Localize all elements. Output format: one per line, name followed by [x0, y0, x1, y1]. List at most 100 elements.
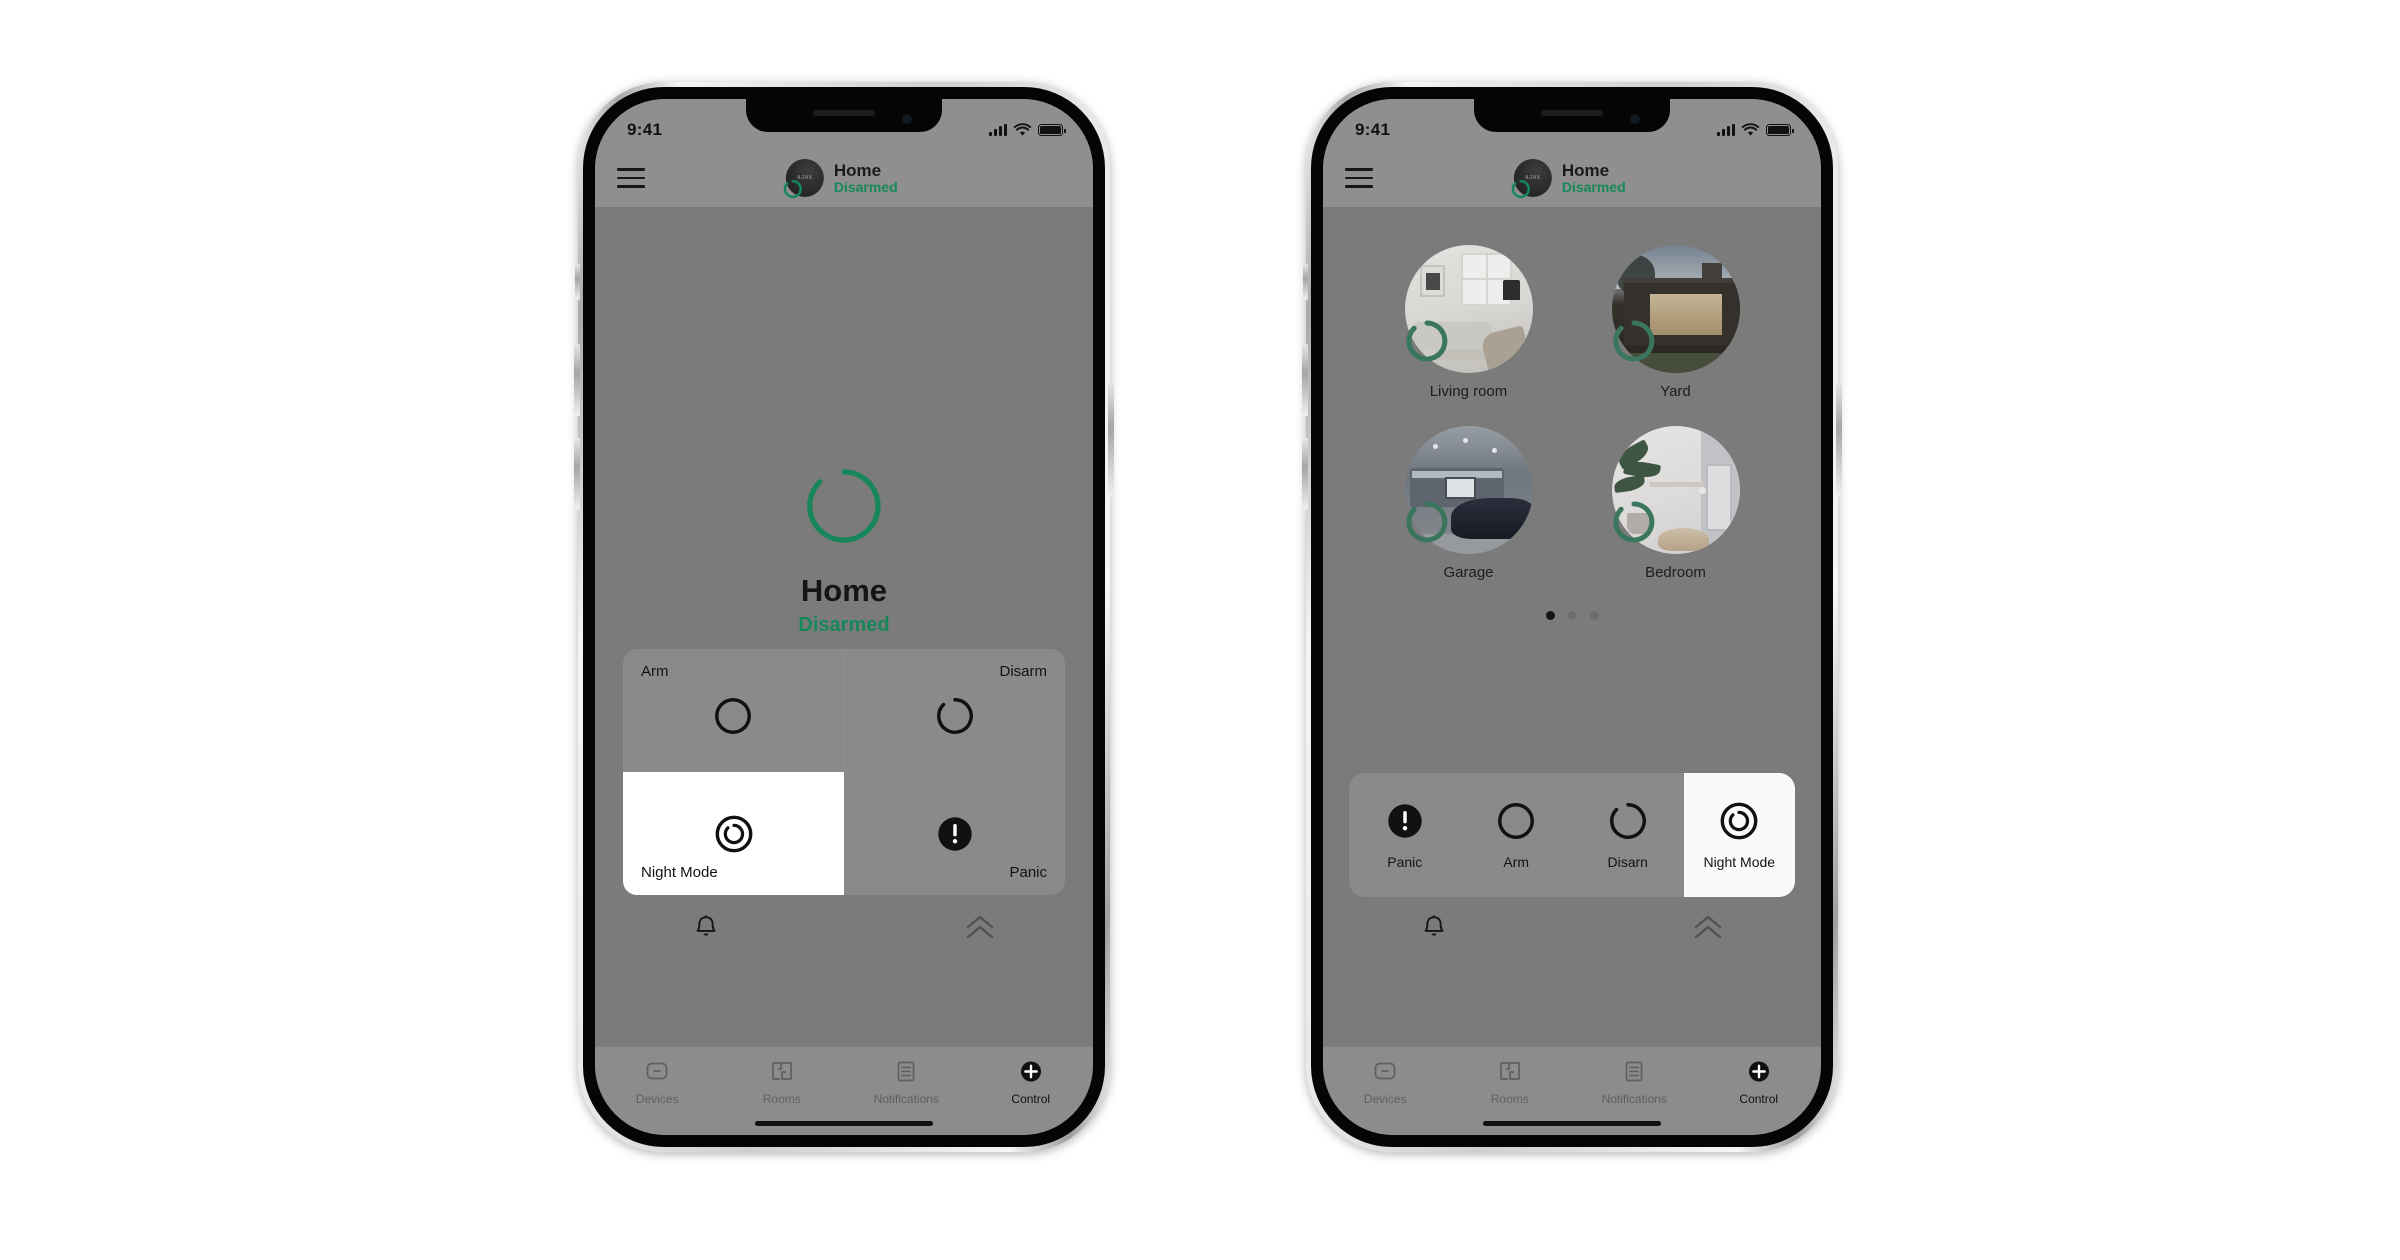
- earpiece-speaker-icon: [1541, 110, 1603, 116]
- hamburger-menu-icon[interactable]: [1345, 168, 1373, 188]
- app-ui: 9:41: [595, 99, 1093, 1135]
- double-chevron-up-icon[interactable]: [1691, 913, 1725, 943]
- bottom-tab-bar: Devices Rooms Notifications Control: [595, 1047, 1093, 1135]
- volume-down-button[interactable]: [1302, 438, 1308, 510]
- app-header: AJAX Home Disarmed: [1323, 149, 1821, 207]
- floorplan-icon: [771, 1062, 792, 1080]
- status-badge: Disarmed: [798, 614, 890, 636]
- control-cell-panic[interactable]: Panic: [844, 772, 1065, 895]
- home-indicator[interactable]: [1483, 1121, 1661, 1126]
- page-dot[interactable]: [1589, 611, 1599, 620]
- tab-control[interactable]: Control: [1697, 1059, 1822, 1106]
- action-disarm[interactable]: Disarn: [1572, 773, 1684, 897]
- status-bar-clock: 9:41: [1355, 120, 1391, 139]
- phone-bezel: 9:41: [1311, 87, 1833, 1147]
- action-panic[interactable]: Panic: [1349, 773, 1461, 897]
- room-card-yard[interactable]: Yard: [1611, 245, 1740, 400]
- room-thumbnail: [1611, 426, 1740, 554]
- room-thumbnail: [1611, 245, 1740, 373]
- wifi-icon: [1013, 122, 1032, 136]
- floorplan-icon: [1499, 1062, 1520, 1080]
- control-cell-disarm[interactable]: Disarm: [844, 649, 1065, 772]
- room-card-garage[interactable]: Garage: [1404, 426, 1533, 581]
- phone-screen: 9:41: [595, 99, 1093, 1135]
- tab-label: Control: [1739, 1092, 1779, 1106]
- app-body: Home Disarmed Arm Disarm Night Mode Pani…: [595, 207, 1093, 1047]
- page-dot[interactable]: [1545, 611, 1555, 620]
- arc-ring-icon: [1405, 320, 1447, 362]
- phone-left: 9:41 AJAX Home Disarmed Home Disarmed Ar…: [574, 82, 1114, 1152]
- volume-down-button[interactable]: [574, 438, 580, 510]
- double-chevron-up-icon[interactable]: [963, 913, 997, 943]
- wifi-icon: [1741, 122, 1760, 136]
- room-label: Garage: [1443, 564, 1494, 581]
- arc-ring-icon: [783, 179, 802, 199]
- document-lines-icon: [897, 1061, 915, 1082]
- exclamation-filled-icon: [1388, 804, 1422, 838]
- tab-label: Control: [1011, 1092, 1051, 1106]
- page-indicator[interactable]: [1323, 611, 1821, 620]
- double-ring-arc-icon: [1720, 802, 1758, 840]
- bell-icon[interactable]: [1419, 913, 1449, 943]
- tab-devices[interactable]: Devices: [1323, 1059, 1448, 1106]
- power-button[interactable]: [1836, 382, 1842, 496]
- tab-devices[interactable]: Devices: [595, 1059, 720, 1106]
- tab-rooms[interactable]: Rooms: [720, 1059, 845, 1106]
- brand-text: Home Disarmed: [1562, 161, 1626, 196]
- room-thumbnail: [1404, 426, 1533, 554]
- volume-up-button[interactable]: [1302, 344, 1308, 416]
- tab-label: Rooms: [1490, 1092, 1529, 1106]
- phone-screen: 9:41: [1323, 99, 1821, 1135]
- battery-full-icon: [1766, 124, 1794, 136]
- tab-control[interactable]: Control: [969, 1059, 1094, 1106]
- room-card-bedroom[interactable]: Bedroom: [1611, 426, 1740, 581]
- plus-circle-filled-icon: [1748, 1061, 1769, 1082]
- front-camera-icon: [1630, 114, 1640, 124]
- home-indicator[interactable]: [755, 1121, 933, 1126]
- home-brand[interactable]: AJAX Home Disarmed: [783, 159, 898, 199]
- exclamation-filled-icon: [937, 816, 972, 851]
- tab-notifications[interactable]: Notifications: [844, 1059, 969, 1106]
- room-label: Bedroom: [1645, 564, 1706, 581]
- action-label: Night Mode: [1703, 854, 1776, 870]
- screenshot-canvas: 9:41 AJAX Home Disarmed Home Disarmed Ar…: [0, 0, 2400, 1260]
- rooms-grid: Living room Yard Garage Bedroom: [1323, 207, 1821, 581]
- circle-outline-icon: [1498, 803, 1535, 839]
- tab-label: Devices: [1363, 1092, 1407, 1106]
- utility-bar: [595, 897, 1093, 959]
- power-button[interactable]: [1108, 382, 1114, 496]
- bell-icon[interactable]: [691, 913, 721, 943]
- tab-label: Notifications: [873, 1092, 939, 1106]
- hamburger-menu-icon[interactable]: [617, 168, 645, 188]
- home-brand[interactable]: AJAX Home Disarmed: [1511, 159, 1626, 199]
- action-night-mode[interactable]: Night Mode: [1683, 773, 1795, 897]
- action-arm[interactable]: Arm: [1461, 773, 1573, 897]
- page-dot[interactable]: [1567, 611, 1577, 620]
- action-label: Panic: [1387, 854, 1423, 870]
- tab-rooms[interactable]: Rooms: [1448, 1059, 1573, 1106]
- earpiece-speaker-icon: [813, 110, 875, 116]
- control-cell-label: Night Mode: [641, 864, 718, 881]
- signal-bars-icon: [989, 124, 1007, 136]
- app-body: Living room Yard Garage Bedroom Panic Ar…: [1323, 207, 1821, 1047]
- tab-label: Devices: [635, 1092, 679, 1106]
- double-ring-arc-icon: [715, 815, 752, 852]
- arc-ring-icon: [807, 469, 881, 543]
- control-cell-arm[interactable]: Arm: [623, 649, 844, 772]
- tab-notifications[interactable]: Notifications: [1572, 1059, 1697, 1106]
- control-cell-night-mode[interactable]: Night Mode: [623, 772, 844, 895]
- hub-status: Disarmed: [833, 178, 898, 195]
- silence-switch[interactable]: [1303, 264, 1308, 300]
- plus-circle-filled-icon: [1020, 1061, 1041, 1082]
- room-card-living-room[interactable]: Living room: [1404, 245, 1533, 400]
- room-label: Yard: [1660, 383, 1691, 400]
- volume-up-button[interactable]: [574, 344, 580, 416]
- status-bar-icons: [1717, 122, 1794, 137]
- signal-bars-icon: [1717, 124, 1735, 136]
- brand-text: Home Disarmed: [834, 161, 898, 196]
- hub-status: Disarmed: [1561, 178, 1626, 195]
- app-header: AJAX Home Disarmed: [595, 149, 1093, 207]
- document-lines-icon: [1625, 1061, 1643, 1082]
- device-minus-icon: [646, 1062, 668, 1080]
- silence-switch[interactable]: [575, 264, 580, 300]
